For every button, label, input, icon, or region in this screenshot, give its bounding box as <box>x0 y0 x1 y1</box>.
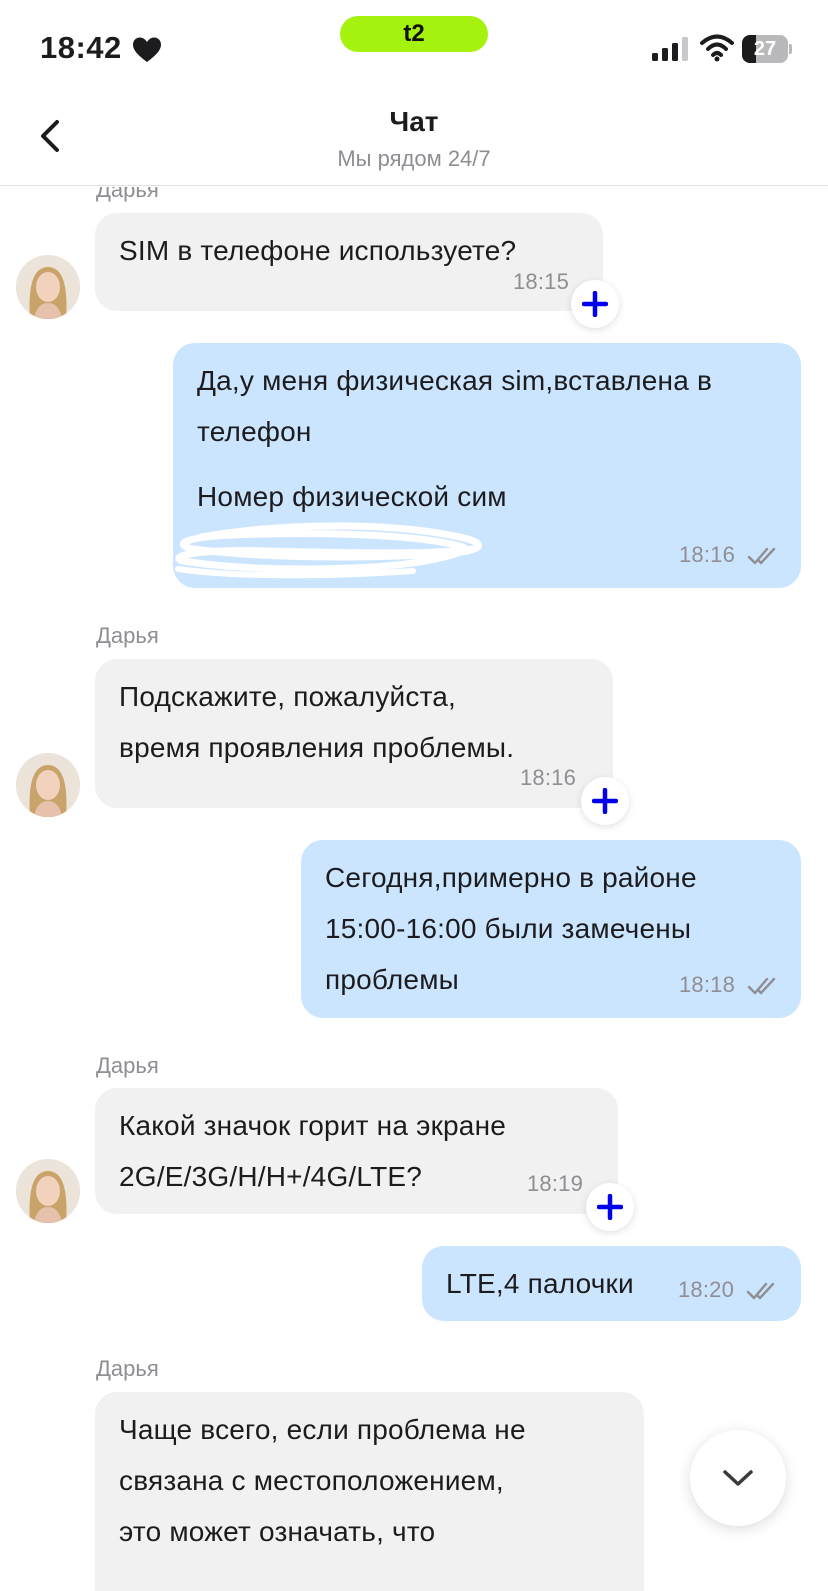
message-time: 18:20 <box>678 1277 735 1302</box>
status-bar: 18:42 t2 27 <box>0 0 828 92</box>
scroll-to-bottom-button[interactable] <box>690 1430 786 1526</box>
message-text: Подскажите, пожалуйста, время проявления… <box>119 681 515 763</box>
carrier-badge: t2 <box>340 16 488 52</box>
agent-avatar <box>16 1159 80 1223</box>
message-text: Чаще всего, если проблема не связана с м… <box>119 1414 526 1547</box>
chat-message-list[interactable]: Дарья SIM в телефоне используете? 18:15 … <box>0 187 828 1591</box>
redaction-scribble <box>175 522 482 579</box>
cellular-signal-icon <box>652 37 688 61</box>
message-text: SIM в телефоне используете? <box>119 235 517 266</box>
outgoing-message[interactable]: LTE,4 палочки 18:20 <box>422 1246 801 1321</box>
agent-avatar <box>16 753 80 817</box>
status-time: 18:42 <box>40 30 122 65</box>
sender-name: Дарья <box>96 623 159 648</box>
sender-name: Дарья <box>96 187 159 202</box>
page-subtitle: Мы рядом 24/7 <box>337 146 491 171</box>
outgoing-message[interactable]: Да,у меня физическая sim,вставлена в тел… <box>173 343 801 588</box>
double-check-icon <box>746 1282 775 1300</box>
outgoing-message[interactable]: Сегодня,примерно в районе 15:00-16:00 бы… <box>301 840 801 1018</box>
chevron-down-icon <box>723 1470 753 1486</box>
message-time: 18:16 <box>520 765 577 790</box>
sender-name: Дарья <box>96 1356 159 1381</box>
sender-name: Дарья <box>96 1053 159 1078</box>
chat-header: Чат Мы рядом 24/7 <box>0 92 828 186</box>
heart-icon <box>133 37 161 62</box>
double-check-icon <box>747 977 776 995</box>
wifi-icon <box>700 34 734 62</box>
incoming-message[interactable]: Подскажите, пожалуйста, время проявления… <box>95 659 613 808</box>
add-reaction-button[interactable] <box>586 1183 634 1231</box>
agent-avatar <box>16 255 80 319</box>
message-time: 18:16 <box>679 542 736 567</box>
message-time: 18:15 <box>513 269 570 294</box>
incoming-message[interactable]: Чаще всего, если проблема не связана с м… <box>95 1392 644 1591</box>
message-text: Да,у меня физическая sim,вставлена в тел… <box>197 365 713 447</box>
battery-indicator: 27 <box>742 35 792 63</box>
incoming-message[interactable]: Какой значок горит на экране 2G/E/3G/H/H… <box>95 1088 618 1214</box>
battery-level: 27 <box>753 38 777 60</box>
page-title: Чат <box>389 106 439 137</box>
incoming-message[interactable]: SIM в телефоне используете? 18:15 <box>95 213 603 311</box>
message-time: 18:19 <box>527 1171 584 1196</box>
message-time: 18:18 <box>679 972 736 997</box>
double-check-icon <box>747 547 776 565</box>
plus-icon <box>592 788 618 814</box>
plus-icon <box>597 1194 623 1220</box>
add-reaction-button[interactable] <box>571 280 619 328</box>
add-reaction-button[interactable] <box>581 777 629 825</box>
plus-icon <box>582 291 608 317</box>
message-text: Номер физической сим <box>197 481 507 512</box>
message-text: Какой значок горит на экране 2G/E/3G/H/H… <box>119 1110 507 1192</box>
